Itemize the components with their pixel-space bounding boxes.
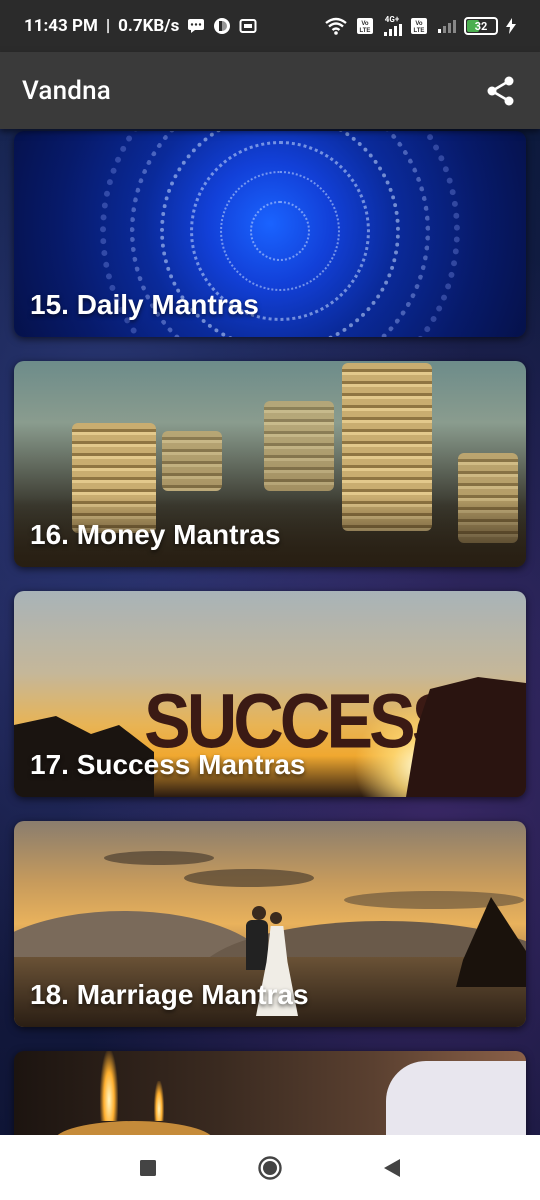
circle-icon bbox=[258, 1155, 282, 1180]
volte-icon: Vo LTE bbox=[356, 17, 374, 35]
candle-image bbox=[14, 1051, 526, 1135]
triangle-back-icon bbox=[384, 1158, 400, 1177]
card-money-mantras[interactable]: 16. Money Mantras bbox=[14, 361, 526, 567]
status-speed: 0.7KB/s bbox=[118, 16, 180, 36]
signal-icon-2 bbox=[436, 19, 456, 33]
card-label: 17. Success Mantras bbox=[30, 749, 306, 780]
card-label: 18. Marriage Mantras bbox=[30, 979, 309, 1010]
wifi-icon bbox=[324, 17, 348, 35]
recent-apps-button[interactable] bbox=[128, 1148, 168, 1188]
volte-icon-2: Vo LTE bbox=[410, 17, 428, 35]
message-icon bbox=[187, 18, 205, 34]
share-icon bbox=[487, 76, 514, 105]
back-button[interactable] bbox=[372, 1148, 412, 1188]
card-label: 16. Money Mantras bbox=[30, 519, 281, 550]
app-notification-icon bbox=[213, 17, 231, 35]
system-nav-bar bbox=[0, 1135, 540, 1200]
card-label: 15. Daily Mantras bbox=[30, 289, 259, 320]
battery-level: 32 bbox=[474, 19, 488, 33]
square-icon bbox=[140, 1159, 156, 1176]
network-type-label: 4G+ bbox=[384, 15, 400, 24]
card-marriage-mantras[interactable]: 18. Marriage Mantras bbox=[14, 821, 526, 1027]
status-separator: | bbox=[105, 16, 111, 36]
share-button[interactable] bbox=[484, 74, 518, 108]
card-success-mantras[interactable]: SUCCESS 17. Success Mantras bbox=[14, 591, 526, 797]
status-time: 11:43 PM bbox=[24, 16, 98, 36]
home-button[interactable] bbox=[250, 1148, 290, 1188]
svg-text:LTE: LTE bbox=[414, 28, 425, 34]
svg-text:Vo: Vo bbox=[415, 21, 423, 27]
mantra-list[interactable]: 15. Daily Mantras 16. Money Mantras SUCC… bbox=[0, 129, 540, 1135]
charging-icon bbox=[506, 18, 516, 34]
status-bar: 11:43 PM | 0.7KB/s Vo LTE 4G+ Vo LTE 32 bbox=[0, 0, 540, 52]
svg-text:Vo: Vo bbox=[361, 21, 369, 27]
svg-text:LTE: LTE bbox=[360, 28, 371, 34]
card-icon bbox=[239, 18, 257, 34]
app-bar: Vandna bbox=[0, 52, 540, 129]
card-daily-mantras[interactable]: 15. Daily Mantras bbox=[14, 131, 526, 337]
signal-icon-1: 4G+ bbox=[382, 16, 402, 36]
page-title: Vandna bbox=[22, 75, 112, 106]
card-partial[interactable] bbox=[14, 1051, 526, 1135]
battery-icon: 32 bbox=[464, 17, 498, 35]
